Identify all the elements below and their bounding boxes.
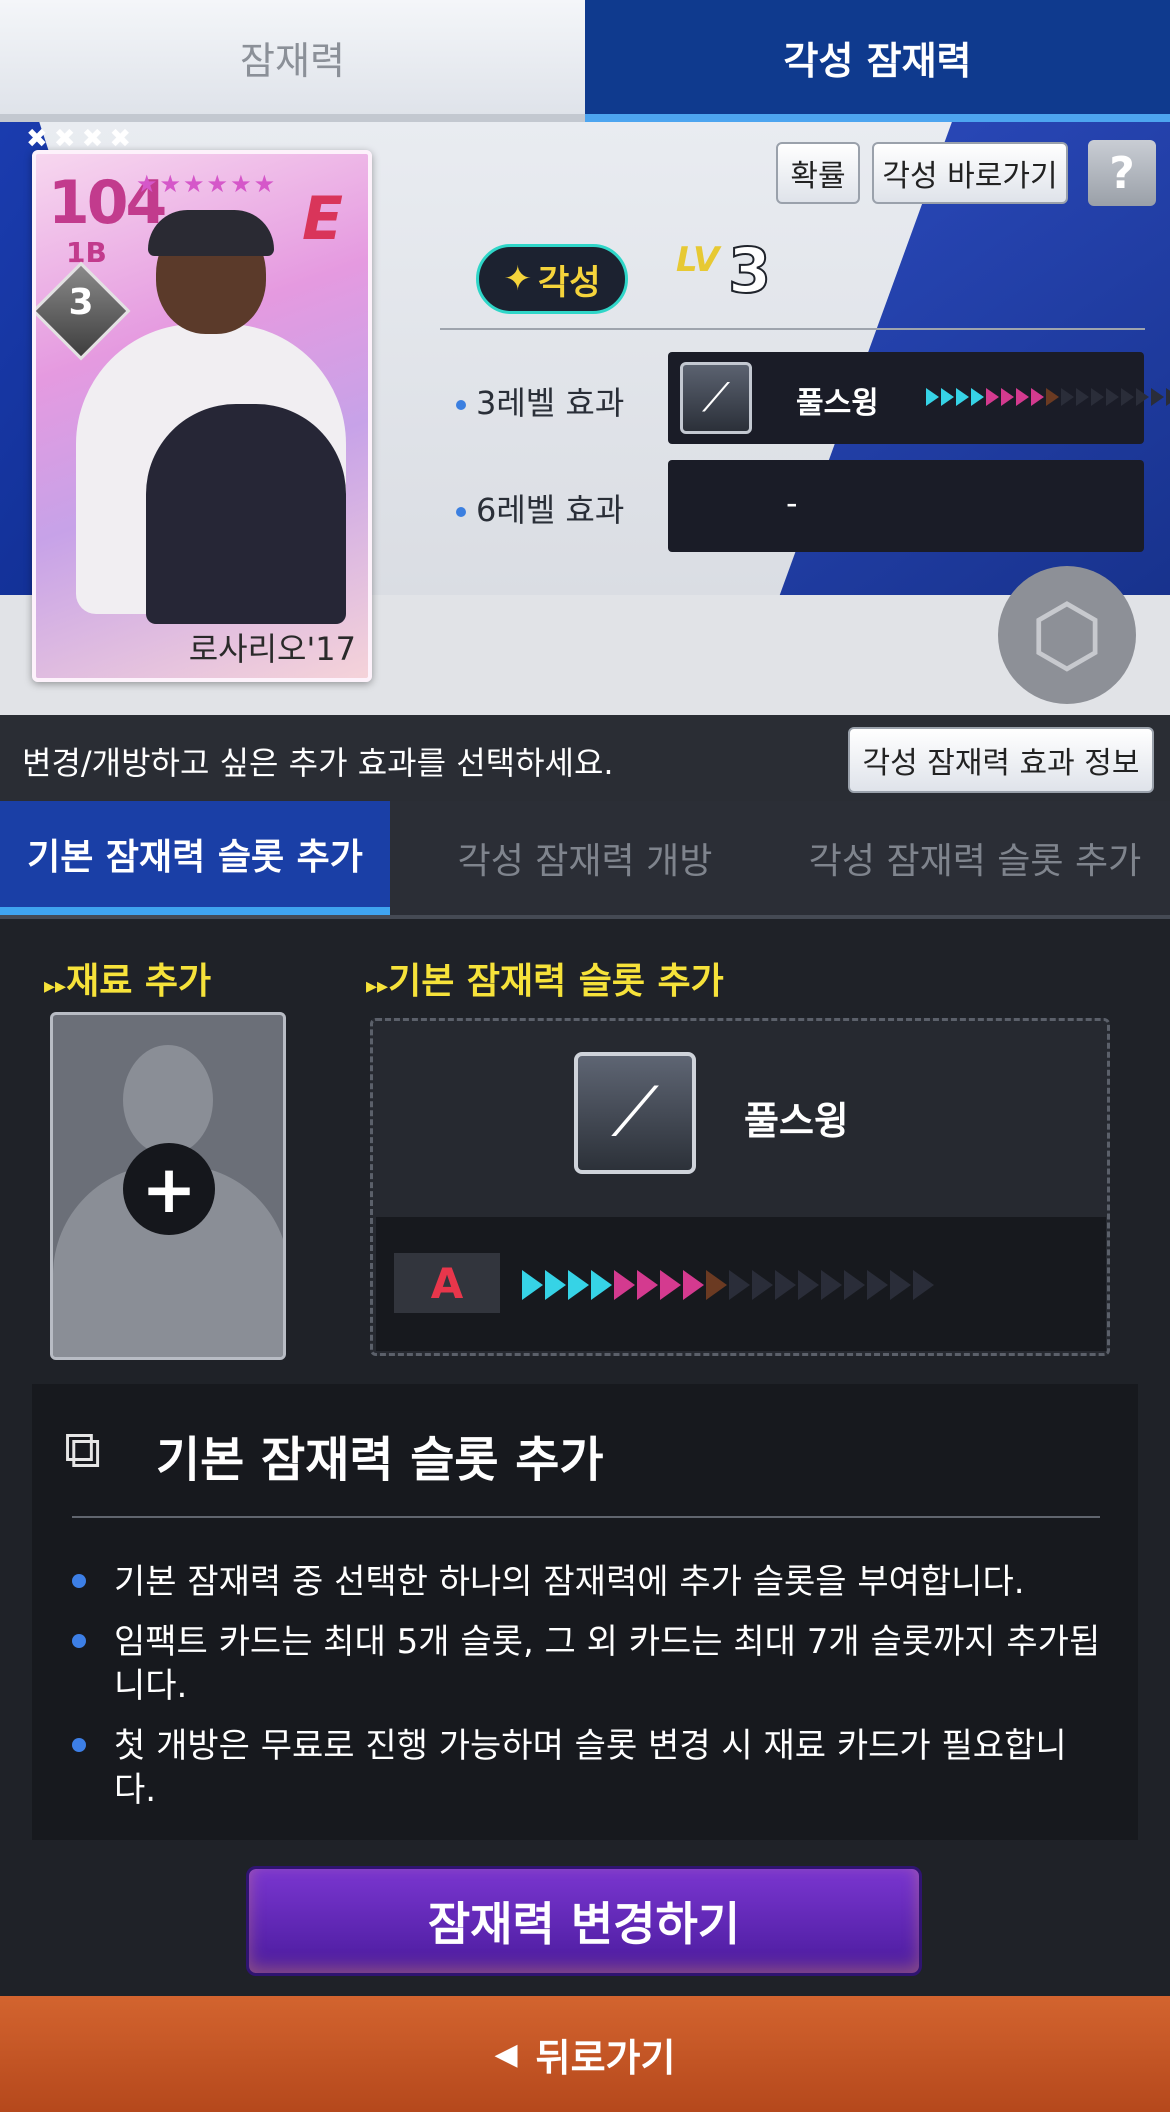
description-title: 기본 잠재력 슬롯 추가	[156, 1432, 604, 1488]
grade-arrow	[1046, 388, 1059, 406]
awaken-badge-label: 각성	[537, 262, 601, 303]
grade-arrow	[986, 388, 999, 406]
hexagon-icon: ⬡	[1030, 586, 1104, 684]
plus-icon[interactable]: +	[123, 1143, 215, 1235]
grade-arrow	[1061, 388, 1074, 406]
grade-arrow	[1031, 388, 1044, 406]
level-3-effect-skill: 풀스윙	[796, 386, 879, 421]
level-3-effect-slot[interactable]: ⟋ 풀스윙	[668, 352, 1170, 444]
description-item: 임팩트 카드는 최대 5개 슬롯, 그 외 카드는 최대 7개 슬롯까지 추가됩…	[72, 1620, 1102, 1708]
back-arrow-icon: ◀	[494, 2036, 518, 2072]
bullet-icon	[72, 1634, 86, 1648]
grade-arrow	[926, 388, 939, 406]
grade-arrow	[913, 1270, 934, 1300]
grade-arrow	[683, 1270, 704, 1300]
level-prefix: LV	[676, 240, 720, 280]
tab-awakened-potential[interactable]: 각성 잠재력	[585, 0, 1170, 122]
level-3-effect-label: 3레벨 효과	[456, 378, 624, 424]
bullet-icon	[72, 1738, 86, 1752]
grade-arrow	[1166, 388, 1170, 406]
player-cap	[148, 210, 274, 256]
card-position: 1B	[66, 236, 107, 269]
grade-arrow	[1001, 388, 1014, 406]
change-potential-button[interactable]: 잠재력 변경하기	[246, 1866, 922, 1976]
instruction-text: 변경/개방하고 싶은 추가 효과를 선택하세요.	[22, 744, 614, 782]
awaken-effect-info-button[interactable]: 각성 잠재력 효과 정보	[848, 727, 1154, 793]
double-chevron-icon: ▸▸	[44, 974, 67, 999]
slot-add-icon: ⧉	[64, 1420, 102, 1480]
grade-arrow	[568, 1270, 589, 1300]
grade-arrow	[775, 1270, 796, 1300]
grade-arrow	[729, 1270, 750, 1300]
level-6-effect-label: 6레벨 효과	[456, 485, 624, 531]
grade-arrow	[752, 1270, 773, 1300]
grade-arrow	[1121, 388, 1134, 406]
slot-title: ▸▸기본 잠재력 슬롯 추가	[366, 961, 724, 1002]
grade-arrow	[1076, 388, 1089, 406]
grade-arrow	[1151, 388, 1164, 406]
probability-button[interactable]: 확률	[776, 142, 860, 204]
grade-arrow	[956, 388, 969, 406]
slot-skill-name: 풀스윙	[744, 1099, 849, 1143]
material-card-slot[interactable]: +	[50, 1012, 286, 1360]
tab-basic-slot-add[interactable]: 기본 잠재력 슬롯 추가	[0, 801, 390, 915]
tab-awaken-slot-add[interactable]: 각성 잠재력 슬롯 추가	[780, 801, 1170, 915]
player-silhouette-icon	[123, 1045, 213, 1155]
level-6-effect-slot[interactable]: -	[668, 460, 1144, 552]
level-value: 3	[727, 233, 772, 308]
double-chevron-icon: ▸▸	[366, 974, 389, 999]
grade-arrow	[867, 1270, 888, 1300]
grade-arrow	[1091, 388, 1104, 406]
level-6-effect-value: -	[786, 484, 798, 522]
grade-arrow	[844, 1270, 865, 1300]
player-figure-secondary	[146, 404, 346, 624]
material-title: ▸▸재료 추가	[44, 961, 212, 1002]
player-card[interactable]: 104 1B ★★★★★★ E 3 로사리오'17	[32, 150, 372, 682]
grade-arrow	[591, 1270, 612, 1300]
grade-arrow	[637, 1270, 658, 1300]
bullet-icon	[72, 1574, 86, 1588]
grade-arrow	[890, 1270, 911, 1300]
top-tab-bar: 잠재력 각성 잠재력	[0, 0, 1170, 122]
sub-tab-bar: 기본 잠재력 슬롯 추가 각성 잠재력 개방 각성 잠재력 슬롯 추가	[0, 801, 1170, 919]
back-button-label: 뒤로가기	[535, 2035, 676, 2080]
tab-awaken-open[interactable]: 각성 잠재력 개방	[390, 801, 780, 915]
description-item: 첫 개방은 무료로 진행 가능하며 슬롯 변경 시 재료 카드가 필요합니다.	[72, 1724, 1102, 1812]
effect-grade-arrows	[926, 388, 1170, 406]
grade-arrow	[798, 1270, 819, 1300]
awaken-shortcut-button[interactable]: 각성 바로가기	[872, 142, 1068, 204]
bat-swing-icon: ⟋	[680, 362, 752, 434]
bat-swing-icon: ⟋	[574, 1052, 696, 1174]
grade-arrow	[706, 1270, 727, 1300]
card-player-name: 로사리오'17	[188, 630, 356, 668]
grade-arrow	[971, 388, 984, 406]
team-logo: E	[302, 184, 343, 254]
awaken-badge: ✦ 각성	[476, 244, 628, 314]
grade-arrow	[1136, 388, 1149, 406]
bullet-icon	[456, 507, 466, 517]
back-button[interactable]: ◀ 뒤로가기	[0, 1996, 1170, 2112]
awaken-level-badge-number: 3	[68, 282, 94, 323]
tab-potential[interactable]: 잠재력	[0, 0, 585, 122]
sparkle-icon: ✦	[503, 259, 532, 299]
grade-arrow	[545, 1270, 566, 1300]
grade-arrow	[614, 1270, 635, 1300]
bullet-icon	[456, 400, 466, 410]
grade-arrow	[1016, 388, 1029, 406]
grade-arrow	[660, 1270, 681, 1300]
card-stars: ★★★★★★	[136, 170, 278, 198]
help-button[interactable]: ?	[1088, 140, 1156, 206]
grade-arrow	[821, 1270, 842, 1300]
grade-arrow	[941, 388, 954, 406]
grade-arrow	[522, 1270, 543, 1300]
slot-grade-arrows	[522, 1270, 934, 1300]
hexagon-button[interactable]: ⬡	[998, 566, 1136, 704]
divider	[440, 328, 1145, 330]
grade-label: A	[394, 1253, 500, 1313]
grade-arrow	[1106, 388, 1119, 406]
divider	[72, 1516, 1100, 1518]
description-item: 기본 잠재력 중 선택한 하나의 잠재력에 추가 슬롯을 부여합니다.	[72, 1560, 1102, 1604]
